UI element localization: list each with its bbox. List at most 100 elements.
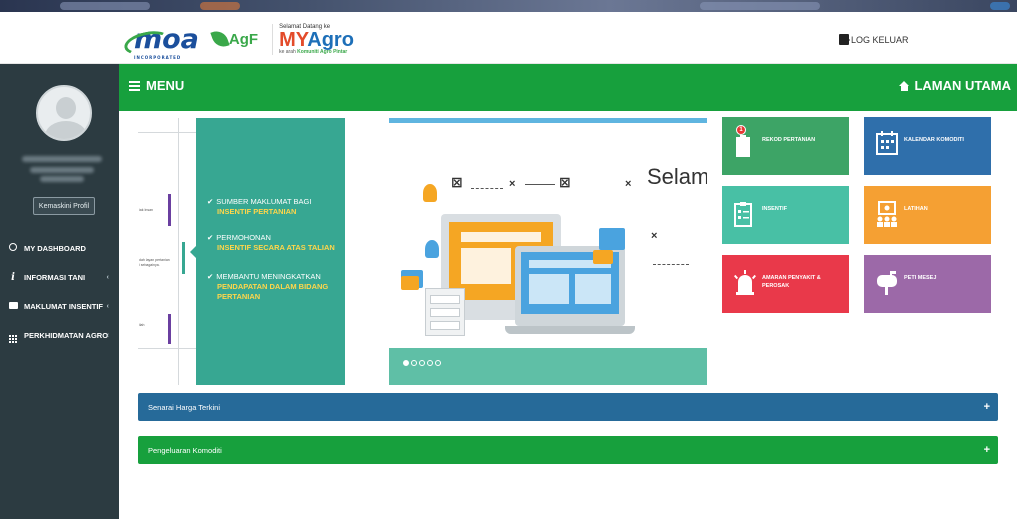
blurred-tab	[60, 2, 150, 10]
carousel-dot[interactable]	[419, 360, 425, 366]
carousel-dot[interactable]	[411, 360, 417, 366]
myagro-logo: Selamat Datang ke MYAgro ke arah Komunit…	[272, 23, 354, 55]
checklist-icon	[734, 202, 752, 227]
banner-slide-image: Selamat ⊠ × ⊠ ×	[389, 118, 707, 385]
check-icon: ✔	[207, 197, 214, 206]
tile-rekod-pertanian[interactable]: 1 REKOD PERTANIAN	[722, 117, 849, 175]
avatar	[36, 85, 92, 141]
blurred-tab	[700, 2, 820, 10]
sidebar-item-dashboard[interactable]: MY DASHBOARD	[0, 234, 119, 263]
feature-item: ✔ MEMBANTU MENINGKATKAN PENDAPATAN DALAM …	[207, 272, 329, 301]
close-icon: ×	[651, 230, 658, 242]
sidebar-item-informasi-tani[interactable]: i INFORMASI TANI ‹	[0, 263, 119, 292]
logout-button[interactable]: LOG KELUAR	[839, 34, 909, 45]
banner-snippet: dah layan pertanian i sebagainya.	[139, 258, 170, 267]
info-icon: i	[11, 272, 15, 283]
tile-label: PETI MESEJ	[904, 275, 937, 281]
sidebar-item-maklumat-insentif[interactable]: MAKLUMAT INSENTIF ‹	[0, 292, 119, 321]
tile-label: LATIHAN	[904, 206, 928, 212]
tile-label: INSENTIF	[762, 206, 788, 212]
tile-peti-mesej[interactable]: PETI MESEJ	[864, 255, 991, 313]
user-name-blurred	[22, 156, 102, 162]
tile-label: KALENDAR KOMODITI	[904, 137, 964, 143]
check-icon: ✔	[207, 272, 214, 281]
check-icon: ✔	[207, 233, 214, 242]
user-detail-blurred	[40, 176, 84, 182]
chat-bubble-icon	[593, 250, 613, 264]
feature-item: ✔ PERMOHONAN INSENTIF SECARA ATAS TALIAN	[207, 233, 335, 252]
update-profile-button[interactable]: Kemaskini Profil	[33, 197, 95, 215]
grid-icon	[8, 329, 18, 343]
close-icon: ×	[625, 178, 632, 190]
home-link[interactable]: LAMAN UTAMA	[899, 78, 1011, 93]
blurred-tab	[200, 2, 240, 10]
agf-logo: AgF	[210, 28, 258, 50]
mailbox-icon	[877, 271, 897, 295]
menu-label: MENU	[146, 78, 185, 93]
sidebar-item-label: PERKHIDMATAN AGRO	[24, 331, 109, 340]
slide-heading: Selamat	[647, 164, 707, 189]
leaf-icon	[210, 28, 230, 50]
carousel-dot[interactable]	[403, 360, 409, 366]
carousel-indicators	[403, 360, 441, 366]
chevron-left-icon: ‹	[106, 274, 109, 281]
tile-kalendar-komoditi[interactable]: KALENDAR KOMODITI	[864, 117, 991, 175]
browser-chrome	[0, 0, 1017, 12]
tile-amaran-penyakit-perosak[interactable]: AMARAN PENYAKIT & PEROSAK	[722, 255, 849, 313]
menu-toggle[interactable]: MENU	[129, 78, 184, 93]
slide-footer	[389, 348, 707, 385]
server-illustration	[425, 288, 465, 336]
sidebar-item-label: INFORMASI TANI	[24, 273, 86, 282]
moa-logo: moa INCORPORATED	[122, 24, 205, 60]
notification-badge: 1	[736, 125, 746, 135]
sidebar-nav: MY DASHBOARD i INFORMASI TANI ‹ MAKLUMAT…	[0, 234, 119, 350]
banner-prev-slide-edge: iak Insan dah layan pertanian i sebagain…	[138, 118, 196, 385]
accordion-title: Pengeluaran Komoditi	[148, 445, 222, 455]
person-icon	[423, 184, 437, 202]
tile-latihan[interactable]: LATIHAN	[864, 186, 991, 244]
logout-icon	[839, 34, 850, 45]
brand-logos[interactable]: moa INCORPORATED AgF Selamat Datang ke M…	[122, 18, 354, 60]
alarm-siren-icon	[734, 270, 756, 295]
chat-bubble-icon	[599, 228, 625, 250]
accordion-senarai-harga[interactable]: Senarai Harga Terkini +	[138, 393, 998, 421]
chat-bubble-icon	[401, 276, 419, 290]
carousel-dot[interactable]	[427, 360, 433, 366]
shape-icon: ⊠	[559, 174, 571, 190]
training-icon	[877, 201, 897, 227]
sidebar-item-perkhidmatan-agro[interactable]: PERKHIDMATAN AGRO ‹	[0, 321, 119, 350]
banner-gap	[345, 118, 389, 385]
shape-icon: ⊠	[451, 174, 463, 190]
accordion-title: Senarai Harga Terkini	[148, 402, 220, 412]
banner-feature-panel: ✔ SUMBER MAKLUMAT BAGI INSENTIF PERTANIAN…	[190, 118, 345, 385]
plus-icon[interactable]: +	[984, 444, 990, 456]
banner-snippet: iak Insan	[139, 208, 154, 212]
tile-label: AMARAN PENYAKIT & PEROSAK	[762, 275, 821, 289]
menu-bar: MENU LAMAN UTAMA	[119, 64, 1017, 111]
plus-icon[interactable]: +	[984, 401, 990, 413]
sidebar: Kemaskini Profil MY DASHBOARD i INFORMAS…	[0, 64, 119, 519]
chevron-left-icon: ‹	[106, 332, 109, 339]
top-header: moa INCORPORATED AgF Selamat Datang ke M…	[0, 12, 1017, 64]
banner-snippet: ilah	[139, 323, 145, 327]
feature-item: ✔ SUMBER MAKLUMAT BAGI INSENTIF PERTANIAN	[207, 197, 312, 216]
calendar-icon	[876, 131, 898, 155]
user-detail-blurred	[30, 167, 94, 173]
close-icon: ×	[509, 178, 516, 190]
banner-carousel[interactable]: iak Insan dah layan pertanian i sebagain…	[138, 118, 707, 385]
tile-label: REKOD PERTANIAN	[762, 137, 816, 143]
laptop-base	[505, 326, 635, 334]
carousel-dot[interactable]	[435, 360, 441, 366]
accordion-pengeluaran-komoditi[interactable]: Pengeluaran Komoditi +	[138, 436, 998, 464]
chevron-left-icon: ‹	[106, 303, 109, 310]
clipboard-icon	[736, 135, 750, 157]
sidebar-item-label: MAKLUMAT INSENTIF	[24, 302, 104, 311]
person-icon	[425, 240, 439, 258]
card-icon	[8, 301, 18, 312]
tile-insentif[interactable]: INSENTIF	[722, 186, 849, 244]
sidebar-item-label: MY DASHBOARD	[24, 244, 86, 253]
dashboard-icon	[8, 243, 18, 254]
logout-label: LOG KELUAR	[851, 34, 909, 45]
hamburger-icon	[129, 80, 140, 91]
home-label: LAMAN UTAMA	[914, 78, 1011, 93]
